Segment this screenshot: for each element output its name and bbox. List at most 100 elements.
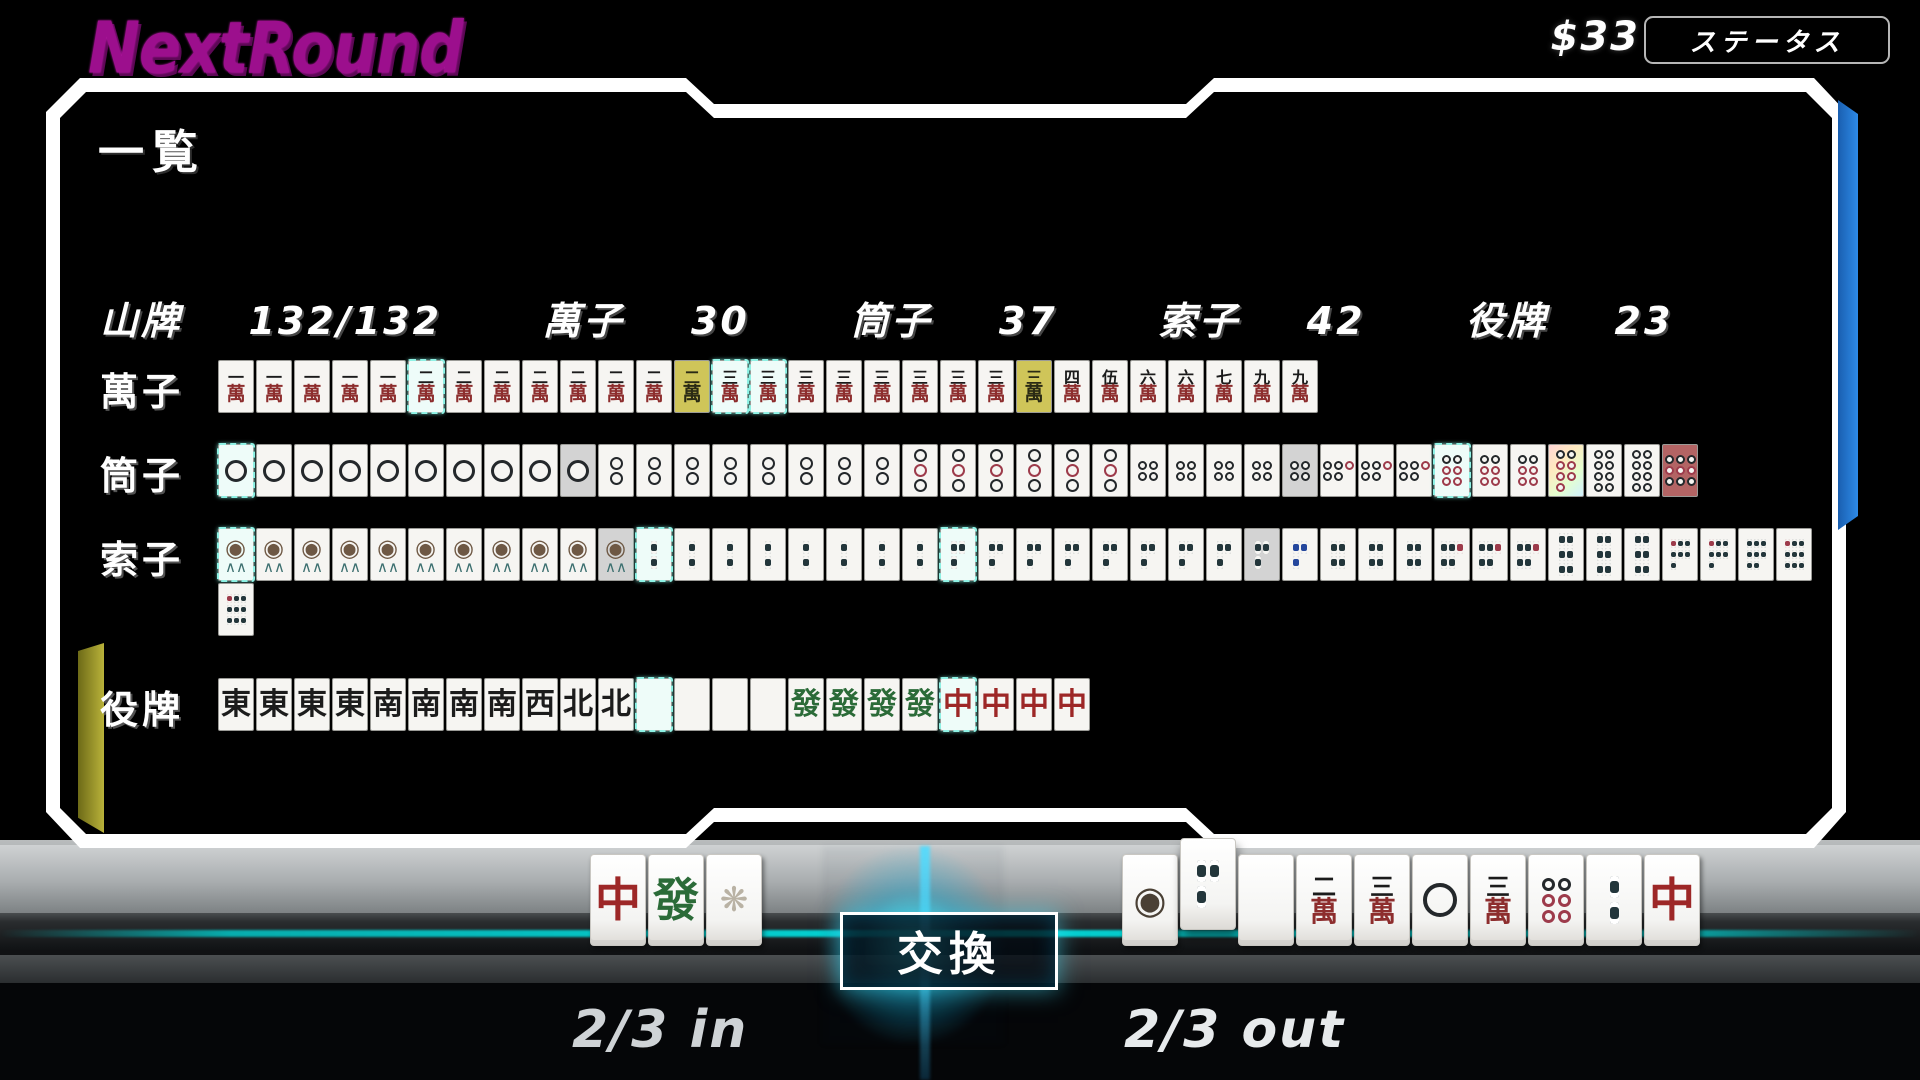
overview-tile[interactable]: 南 — [484, 678, 520, 731]
overview-tile[interactable] — [1092, 528, 1128, 581]
overview-tile[interactable] — [218, 583, 254, 636]
overview-tile[interactable]: ◉ ∧∧ — [560, 528, 596, 581]
overview-tile[interactable] — [1320, 528, 1356, 581]
swap-button[interactable]: 交換 — [840, 912, 1058, 990]
hand-tile-in[interactable]: 中 — [590, 854, 646, 946]
overview-tile[interactable]: 中 — [1016, 678, 1052, 731]
overview-tile[interactable]: 三萬 — [978, 360, 1014, 413]
overview-tile[interactable] — [1206, 444, 1242, 497]
overview-tile[interactable]: ◉ ∧∧ — [332, 528, 368, 581]
overview-tile[interactable] — [1586, 444, 1622, 497]
overview-tile[interactable] — [750, 444, 786, 497]
overview-tile[interactable] — [1282, 528, 1318, 581]
overview-tile[interactable] — [1624, 528, 1660, 581]
overview-tile[interactable] — [826, 444, 862, 497]
overview-tile[interactable]: ◉ ∧∧ — [256, 528, 292, 581]
overview-tile[interactable]: 伍萬 — [1092, 360, 1128, 413]
overview-tile[interactable]: 東 — [218, 678, 254, 731]
overview-tile[interactable] — [1282, 444, 1318, 497]
overview-tile[interactable]: 四萬 — [1054, 360, 1090, 413]
hand-tile-out[interactable] — [1238, 854, 1294, 946]
overview-tile[interactable] — [484, 444, 520, 497]
overview-tile[interactable]: 三萬 — [1016, 360, 1052, 413]
overview-tile[interactable] — [1320, 444, 1356, 497]
overview-tile[interactable] — [1358, 528, 1394, 581]
overview-tile[interactable] — [1776, 528, 1812, 581]
overview-tile[interactable] — [1396, 444, 1432, 497]
hand-tile-out[interactable]: 三萬 — [1470, 854, 1526, 946]
overview-tile[interactable] — [712, 444, 748, 497]
overview-tile[interactable]: 一萬 — [294, 360, 330, 413]
overview-tile[interactable] — [939, 527, 977, 582]
overview-tile[interactable] — [1662, 444, 1698, 497]
overview-tile[interactable] — [1054, 528, 1090, 581]
overview-tile[interactable] — [1130, 528, 1166, 581]
overview-tile[interactable]: ◉ ∧∧ — [217, 527, 255, 582]
overview-tile[interactable] — [1472, 528, 1508, 581]
overview-tile[interactable] — [1016, 444, 1052, 497]
overview-tile[interactable] — [826, 528, 862, 581]
overview-tile[interactable] — [560, 444, 596, 497]
hand-tile-out[interactable]: 二萬 — [1296, 854, 1352, 946]
overview-tile[interactable]: 東 — [256, 678, 292, 731]
overview-tile[interactable]: 北 — [560, 678, 596, 731]
overview-tile[interactable]: 三萬 — [902, 360, 938, 413]
overview-tile[interactable] — [674, 444, 710, 497]
overview-tile[interactable] — [446, 444, 482, 497]
overview-tile[interactable]: 三萬 — [864, 360, 900, 413]
overview-tile[interactable]: 發 — [826, 678, 862, 731]
overview-tile[interactable] — [674, 528, 710, 581]
overview-tile[interactable] — [1434, 528, 1470, 581]
overview-tile[interactable]: 三萬 — [711, 359, 749, 414]
overview-tile[interactable]: 七萬 — [1206, 360, 1242, 413]
overview-tile[interactable]: ◉ ∧∧ — [294, 528, 330, 581]
overview-tile[interactable]: 六萬 — [1130, 360, 1166, 413]
overview-tile[interactable]: 一萬 — [370, 360, 406, 413]
overview-tile[interactable] — [636, 444, 672, 497]
overview-tile[interactable] — [1168, 528, 1204, 581]
overview-tile[interactable] — [294, 444, 330, 497]
overview-tile[interactable]: 南 — [408, 678, 444, 731]
overview-tile[interactable] — [598, 444, 634, 497]
overview-tile[interactable] — [788, 528, 824, 581]
overview-tile[interactable]: ◉ ∧∧ — [522, 528, 558, 581]
overview-tile[interactable] — [1396, 528, 1432, 581]
overview-tile[interactable]: 發 — [788, 678, 824, 731]
overview-tile[interactable] — [1662, 528, 1698, 581]
overview-tile[interactable] — [1472, 444, 1508, 497]
overview-tile[interactable] — [256, 444, 292, 497]
hand-tile-out[interactable] — [1412, 854, 1468, 946]
overview-tile[interactable] — [712, 678, 748, 731]
hand-tile-out[interactable] — [1528, 854, 1584, 946]
overview-tile[interactable] — [217, 443, 255, 498]
overview-tile[interactable] — [864, 444, 900, 497]
overview-tile[interactable]: 一萬 — [332, 360, 368, 413]
overview-tile[interactable] — [1358, 444, 1394, 497]
overview-tile[interactable]: 發 — [902, 678, 938, 731]
overview-tile[interactable]: 六萬 — [1168, 360, 1204, 413]
overview-tile[interactable] — [332, 444, 368, 497]
overview-tile[interactable] — [1433, 443, 1471, 498]
hand-outgoing-tiles[interactable]: ◉ 二萬三萬三萬中 — [1122, 838, 1702, 946]
overview-tile[interactable] — [522, 444, 558, 497]
overview-tile[interactable]: 二萬 — [522, 360, 558, 413]
overview-tile[interactable] — [1206, 528, 1242, 581]
overview-tile[interactable] — [864, 528, 900, 581]
overview-tile[interactable] — [635, 677, 673, 732]
overview-tile[interactable] — [1700, 528, 1736, 581]
overview-tile[interactable] — [1510, 528, 1546, 581]
overview-tile[interactable]: 一萬 — [218, 360, 254, 413]
overview-tile[interactable]: 二萬 — [446, 360, 482, 413]
hand-tile-in[interactable]: 發 — [648, 854, 704, 946]
overview-tile[interactable]: 東 — [332, 678, 368, 731]
hand-tile-out[interactable]: 三萬 — [1354, 854, 1410, 946]
overview-tile[interactable]: 中 — [1054, 678, 1090, 731]
overview-tile[interactable]: 西 — [522, 678, 558, 731]
overview-tile[interactable]: 北 — [598, 678, 634, 731]
overview-tile[interactable] — [1054, 444, 1090, 497]
overview-tile[interactable] — [1016, 528, 1052, 581]
overview-tile[interactable] — [1548, 528, 1584, 581]
overview-tile[interactable]: 九萬 — [1244, 360, 1280, 413]
overview-tile[interactable] — [674, 678, 710, 731]
overview-tile[interactable]: 南 — [370, 678, 406, 731]
